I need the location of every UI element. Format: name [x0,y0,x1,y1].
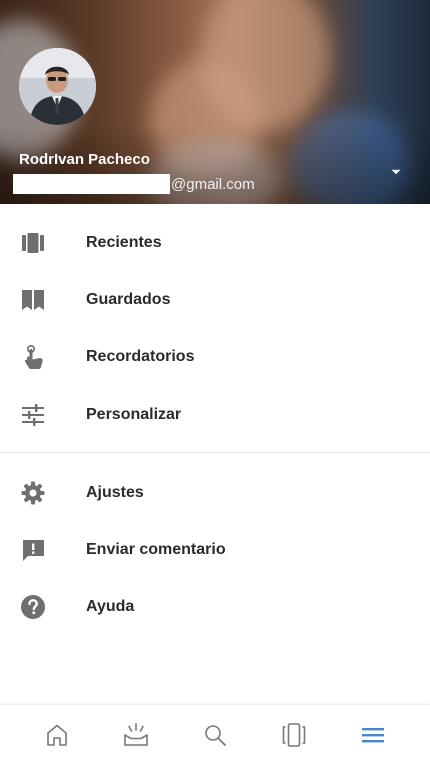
nav-updates-button[interactable] [116,715,156,755]
nav-home-button[interactable] [37,715,77,755]
menu-divider [0,452,430,453]
bookmark-icon [19,286,47,314]
tune-sliders-icon [19,401,47,429]
feedback-icon [19,536,47,564]
nav-recents-button[interactable] [274,715,314,755]
bottom-navigation [0,704,430,764]
avatar[interactable] [19,48,96,125]
menu-item-label: Enviar comentario [86,540,226,558]
help-icon [19,593,47,621]
menu-item-recientes[interactable]: Recientes [0,214,430,271]
recent-cards-icon [282,722,306,747]
recent-cards-icon [19,229,47,257]
nav-search-button[interactable] [195,715,235,755]
user-name: RodrIvan Pacheco [19,151,150,168]
menu-item-label: Ajustes [86,483,144,501]
menu-item-label: Recordatorios [86,348,195,366]
updates-icon [124,722,148,746]
menu-item-personalizar[interactable]: Personalizar [0,386,430,443]
gear-icon [19,479,47,507]
account-header: RodrIvan Pacheco @gmail.com [0,0,430,204]
email-domain: @gmail.com [171,175,255,193]
primary-menu: Recientes Guardados Recordatorios Person… [0,214,430,443]
menu-item-label: Guardados [86,290,171,308]
user-email: @gmail.com [13,174,255,194]
menu-item-guardados[interactable]: Guardados [0,271,430,328]
menu-item-enviar-comentario[interactable]: Enviar comentario [0,521,430,578]
home-icon [47,724,68,746]
menu-item-ajustes[interactable]: Ajustes [0,464,430,521]
menu-item-label: Ayuda [86,598,135,616]
touch-hand-icon [19,343,47,371]
secondary-menu: Ajustes Enviar comentario Ayuda [0,464,430,636]
menu-item-label: Recientes [86,233,162,251]
menu-item-recordatorios[interactable]: Recordatorios [0,329,430,386]
search-icon [205,724,226,746]
email-redaction [13,174,170,194]
app-screen: RodrIvan Pacheco @gmail.com Recientes Gu… [0,0,430,764]
nav-menu-button[interactable] [353,715,393,755]
menu-item-label: Personalizar [86,405,182,423]
menu-item-ayuda[interactable]: Ayuda [0,579,430,636]
caret-down-icon[interactable] [384,160,408,184]
menu-icon [361,727,384,742]
